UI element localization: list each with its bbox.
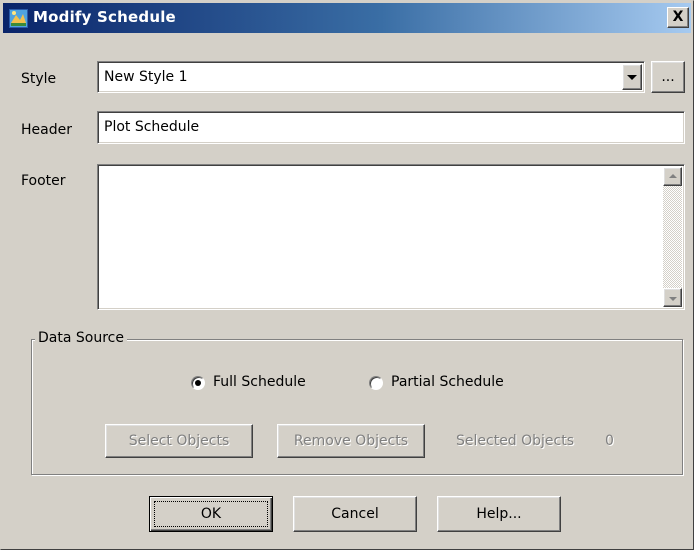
modify-schedule-dialog: Modify Schedule X Style New Style 1 ... … <box>0 0 694 550</box>
full-schedule-label[interactable]: Full Schedule <box>213 374 306 390</box>
style-selected-value: New Style 1 <box>104 69 188 85</box>
style-dropdown-button[interactable] <box>622 64 642 90</box>
style-browse-label: ... <box>661 69 675 85</box>
help-button[interactable]: Help... <box>437 496 561 532</box>
remove-objects-button[interactable]: Remove Objects <box>277 424 425 458</box>
partial-schedule-radio[interactable] <box>369 376 383 390</box>
radio-selected-dot <box>195 380 201 386</box>
cancel-button[interactable]: Cancel <box>293 496 417 532</box>
app-icon <box>9 9 28 28</box>
style-browse-button[interactable]: ... <box>651 61 685 93</box>
data-source-legend: Data Source <box>35 330 127 346</box>
header-label: Header <box>21 122 72 138</box>
selected-objects-count: 0 <box>605 433 614 449</box>
help-label: Help... <box>476 506 522 522</box>
select-objects-label: Select Objects <box>128 433 230 449</box>
scroll-down-icon <box>668 296 677 301</box>
footer-textarea[interactable] <box>97 164 685 310</box>
scroll-up-icon <box>668 173 677 178</box>
footer-scrollbar[interactable] <box>663 167 682 307</box>
style-dropdown[interactable]: New Style 1 <box>97 61 645 93</box>
close-button[interactable]: X <box>667 7 689 28</box>
style-label: Style <box>21 71 57 87</box>
footer-label: Footer <box>21 173 66 189</box>
partial-schedule-label[interactable]: Partial Schedule <box>391 374 504 390</box>
full-schedule-radio[interactable] <box>191 376 205 390</box>
chevron-down-icon <box>627 75 637 80</box>
cancel-label: Cancel <box>331 506 379 522</box>
window-title: Modify Schedule <box>33 8 176 26</box>
selected-objects-label: Selected Objects <box>456 433 575 449</box>
close-icon: X <box>672 9 684 25</box>
ok-label: OK <box>200 506 222 522</box>
remove-objects-label: Remove Objects <box>293 433 409 449</box>
header-input-value: Plot Schedule <box>104 119 200 135</box>
header-input[interactable]: Plot Schedule <box>97 111 685 144</box>
title-bar[interactable]: Modify Schedule X <box>3 3 691 33</box>
select-objects-button[interactable]: Select Objects <box>105 424 253 458</box>
ok-button[interactable]: OK <box>149 496 273 532</box>
scroll-up-button[interactable] <box>663 167 682 186</box>
scroll-down-button[interactable] <box>663 288 682 307</box>
